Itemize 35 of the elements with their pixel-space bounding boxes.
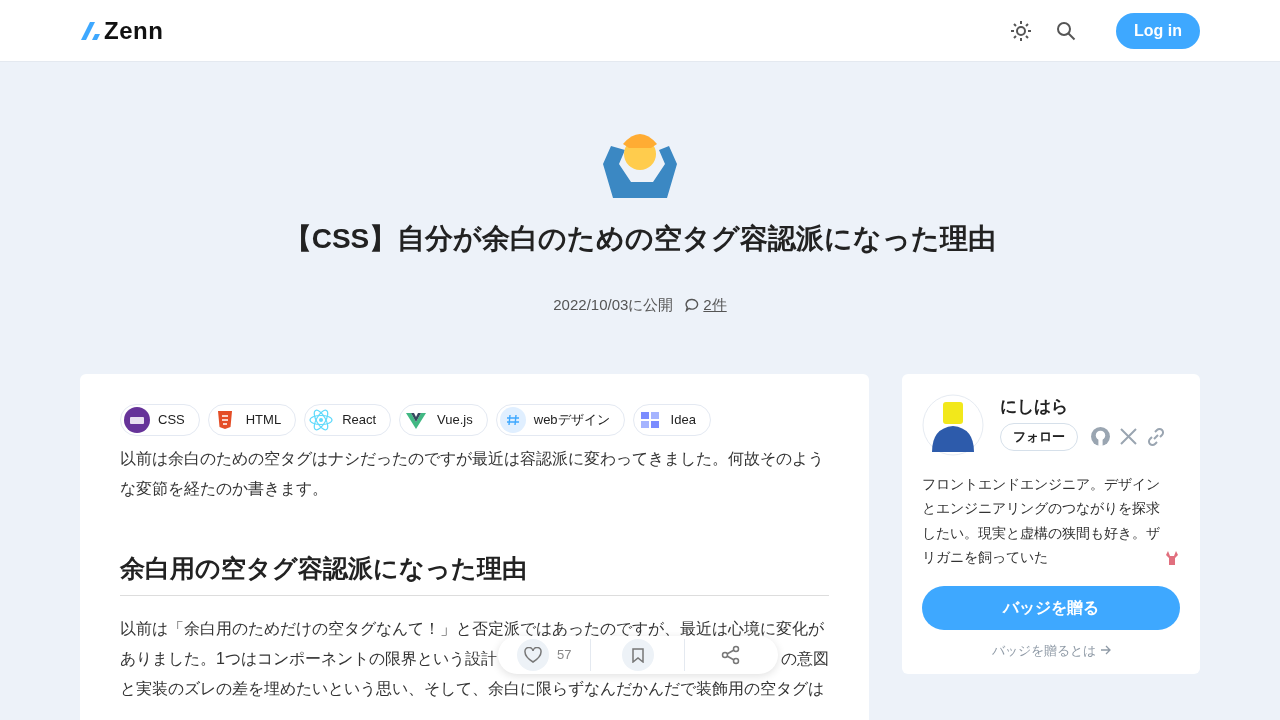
arrow-icon — [1099, 645, 1111, 656]
article-title: 【CSS】自分が余白のための空タグ容認派になった理由 — [282, 222, 998, 256]
bookmark-icon — [631, 647, 644, 663]
intro-paragraph: 以前は余白のための空タグはナシだったのですが最近は容認派に変わってきました。何故そのような変節を経たのか書きます。 — [120, 448, 825, 499]
theme-toggle-icon[interactable] — [1010, 19, 1032, 42]
heart-icon — [523, 647, 542, 663]
paragraph-text: 以前は「余白用のためだけの空タグなんて！」と否定派ではあったのですが、最近は心境に変化が — [120, 619, 824, 639]
comment-icon — [685, 298, 700, 313]
bookmark-button[interactable] — [621, 639, 654, 671]
avatar[interactable] — [922, 393, 984, 456]
paragraph-text: ありました。1つはコンポーネントの限界という設計 — [120, 649, 497, 669]
topic-tag[interactable]: Idea — [632, 403, 711, 436]
share-icon[interactable] — [721, 645, 742, 665]
like-count: 57 — [556, 646, 572, 665]
section-heading: 余白用の空タグ容認派になった理由 — [120, 549, 829, 596]
topic-tag[interactable]: webデザイン — [495, 403, 625, 436]
topic-tag[interactable]: CSS — [120, 403, 200, 436]
topic-tag[interactable]: HTML — [207, 403, 297, 436]
site-logo[interactable]: Zenn — [104, 12, 164, 49]
link-icon[interactable] — [1146, 426, 1166, 447]
search-icon[interactable] — [1056, 20, 1076, 41]
follow-button[interactable]: フォロー — [1000, 423, 1078, 451]
like-button[interactable] — [516, 639, 549, 671]
author-bio: フロントエンドエンジニア。デザインとエンジニアリングのつながりを探求したい。現実と虚構の狭間も好き。ザリガニを飼っていた — [922, 474, 1161, 567]
author-name[interactable]: にしはら — [1000, 393, 1166, 419]
x-icon[interactable] — [1119, 427, 1138, 447]
topic-tag[interactable]: Vue.js — [399, 403, 488, 436]
topic-tag[interactable]: React — [304, 403, 392, 436]
paragraph-text: と実装のズレの差を埋めたいという思い、そして、余白に限らずなんだかんだで装飾用の空タグは — [120, 679, 824, 699]
publish-date: 2022/10/03に公開 — [553, 295, 674, 315]
css-badge-icon — [124, 406, 150, 433]
logo-icon — [80, 21, 100, 40]
hash-icon — [499, 406, 526, 433]
comments-link[interactable]: 2件 — [703, 294, 727, 317]
paragraph-text: の意図 — [781, 649, 829, 669]
